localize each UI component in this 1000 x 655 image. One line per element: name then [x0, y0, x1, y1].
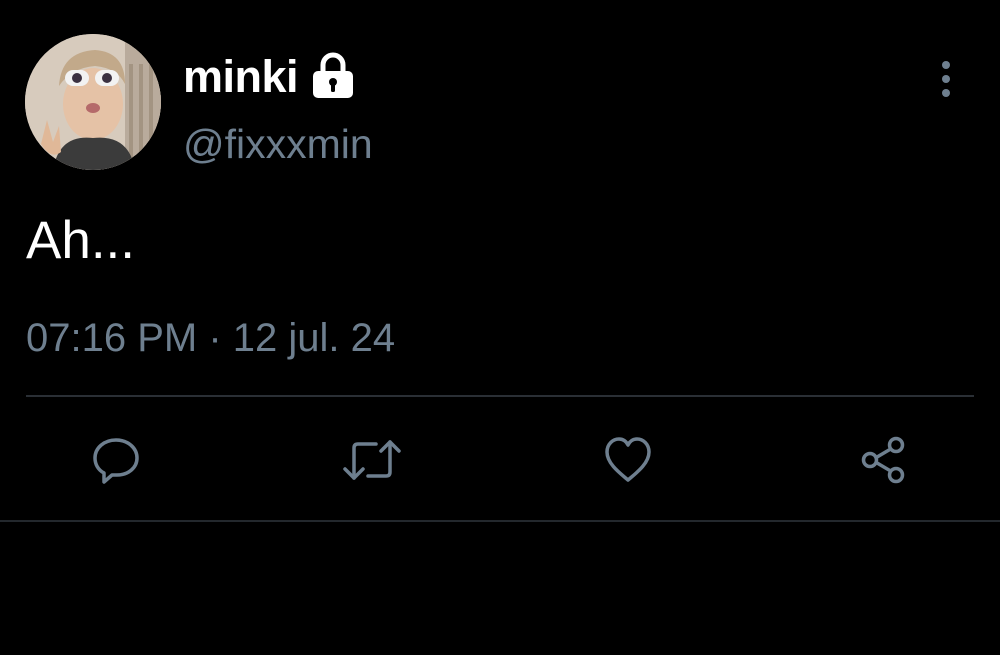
share-nodes-icon	[861, 436, 905, 484]
more-options-button[interactable]	[926, 56, 966, 102]
display-name[interactable]: minki	[183, 54, 299, 99]
name-row: minki	[183, 44, 356, 108]
user-handle[interactable]: @fixxxmin	[183, 124, 373, 165]
retweet-arrows-icon	[343, 440, 401, 480]
share-button[interactable]	[851, 428, 915, 492]
retweet-button[interactable]	[340, 428, 404, 492]
like-button[interactable]	[596, 428, 660, 492]
tweet-date: 12 jul. 24	[232, 316, 396, 360]
lock-icon	[313, 52, 354, 98]
divider	[26, 395, 974, 397]
speech-bubble-icon	[93, 438, 139, 484]
meta-separator: ·	[208, 316, 222, 360]
tweet-time: 07:16 PM	[26, 316, 198, 360]
tweet-detail: minki @fixxxmin Ah... 07:16 PM · 12 jul.…	[0, 0, 1000, 655]
vertical-ellipsis-icon	[942, 61, 950, 97]
action-bar	[0, 428, 1000, 492]
tweet-timestamp[interactable]: 07:16 PM · 12 jul. 24	[26, 318, 395, 358]
reply-button[interactable]	[84, 428, 148, 492]
profile-photo-icon	[25, 34, 161, 170]
heart-icon	[605, 437, 651, 482]
tweet-text: Ah...	[26, 211, 136, 270]
divider	[0, 520, 1000, 522]
avatar[interactable]	[25, 34, 161, 170]
